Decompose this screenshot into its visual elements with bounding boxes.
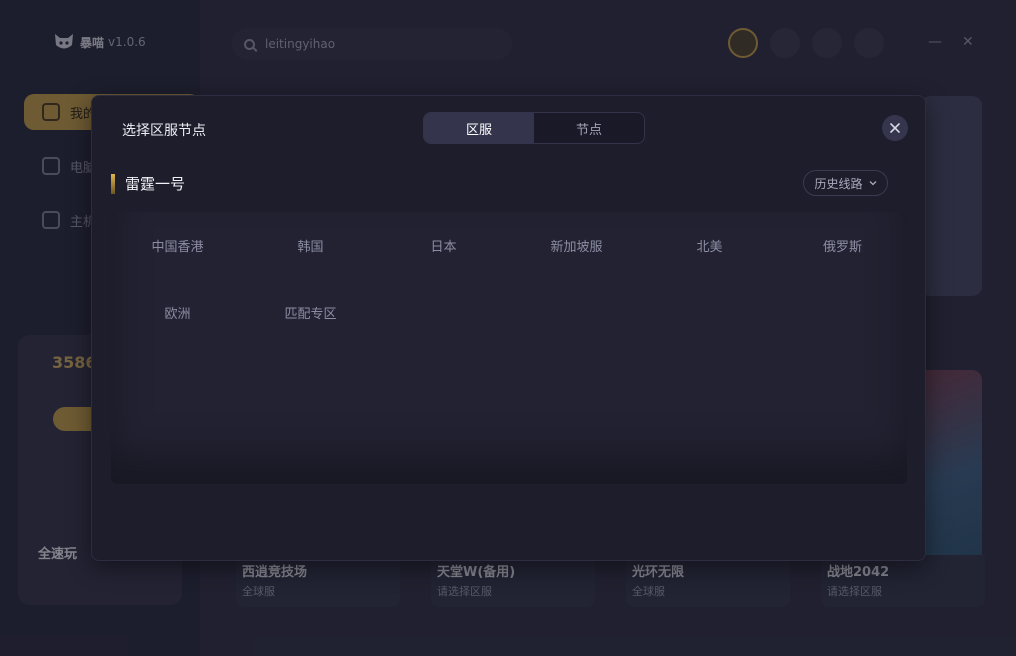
history-routes-label: 历史线路 [814,176,863,191]
section-header: 雷霆一号 [111,173,185,194]
region-option[interactable]: 中国香港 [111,230,244,260]
section-title: 雷霆一号 [125,175,186,193]
tab-server[interactable]: 区服 [424,113,534,143]
modal-close-button[interactable] [882,115,908,141]
section-accent-bar [111,173,115,194]
region-option[interactable]: 新加坡服 [510,230,643,260]
region-option[interactable]: 欧洲 [111,297,244,327]
region-option[interactable]: 俄罗斯 [776,230,909,260]
region-option[interactable]: 匹配专区 [244,297,377,327]
tab-node[interactable]: 节点 [534,113,644,143]
region-list: 中国香港 韩国 日本 新加坡服 北美 俄罗斯 欧洲 匹配专区 [111,212,907,484]
region-option[interactable]: 日本 [377,230,510,260]
modal-title: 选择区服节点 [122,123,206,139]
history-routes-button[interactable]: 历史线路 [803,170,888,196]
chevron-down-icon [869,181,876,186]
close-icon [890,123,900,133]
region-option[interactable]: 北美 [643,230,776,260]
tab-group: 区服 节点 [423,112,645,144]
server-select-modal: 选择区服节点 区服 节点 雷霆一号 历史线路 中国香港 韩国 日本 新加坡服 北… [91,95,926,561]
region-option[interactable]: 韩国 [244,230,377,260]
